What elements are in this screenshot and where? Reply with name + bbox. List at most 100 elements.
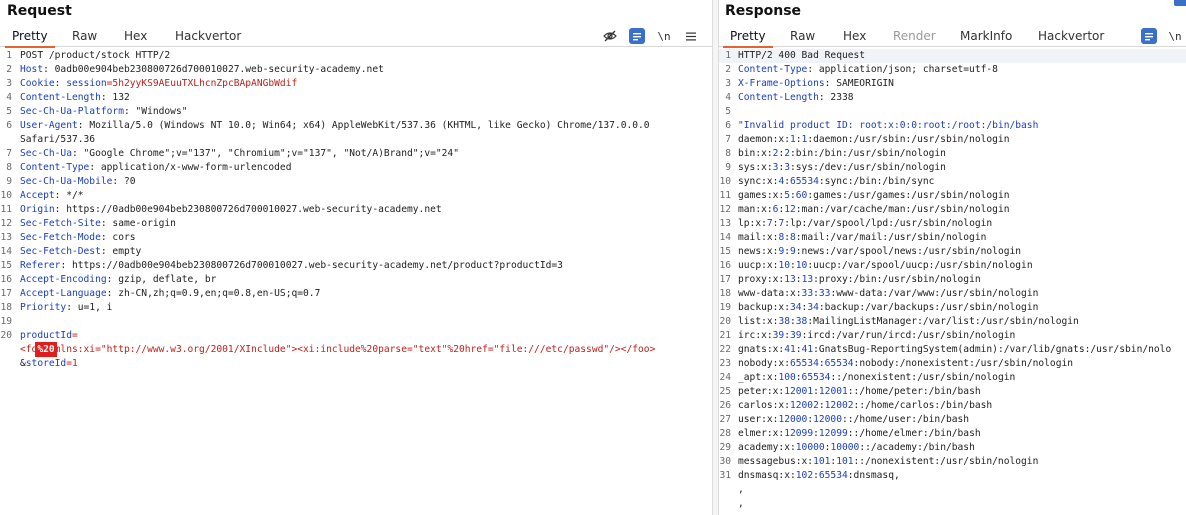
code-token: 12000 [778,414,808,425]
code-line: 29 academy:x:10000:10000::/academy:/bin/b… [719,441,1186,455]
code-line: 13 lp:x:7:7:lp:/var/spool/lpd:/usr/sbin/n… [719,217,1186,231]
code-token: nobody:x: [738,358,790,369]
code-token: mlns:xi="http://www.w3.org/2001/XInclude… [54,344,656,355]
line-number: 14 [719,232,731,243]
code-token: :games:/usr/games:/usr/sbin/nologin [807,190,1010,201]
code-token: sync:x: [738,176,779,187]
hide-eye-icon[interactable] [602,28,618,44]
code-token: news:x: [738,246,779,257]
code-token: Content-Type [738,64,808,75]
request-tab-hackvertor[interactable]: Hackvertor [175,27,241,47]
code-token: 38 [795,316,808,327]
line-number: 15 [0,260,12,271]
code-text: User-Agent: Mozilla/5.0 (Windows NT 10.0… [20,119,650,133]
request-tab-hex[interactable]: Hex [124,27,147,47]
pretty-format-icon[interactable] [1141,28,1157,44]
code-text: POST /product/stock HTTP/2 [20,49,170,63]
code-token: : 132 [100,92,130,103]
pretty-format-icon[interactable] [629,28,645,44]
code-line: 5 [719,105,1186,119]
pane-divider[interactable] [712,0,719,515]
code-token: 41 [784,344,796,355]
code-token: 101 [813,456,831,467]
response-editor[interactable]: 1 HTTP/2 400 Bad Request 2 Content-Type: ap… [719,49,1186,515]
code-token: uucp:x: [738,260,779,271]
code-line: 1 HTTP/2 400 Bad Request [719,49,1186,63]
line-number: 19 [719,302,731,313]
code-token: 10 [778,260,790,271]
code-text: elmer:x:12099:12099::/home/elmer:/bin/ba… [738,427,981,441]
code-text: , [738,497,744,511]
code-text: Accept: */* [20,189,84,203]
code-token: : "Google Chrome";v="137", "Chromium";v=… [71,148,459,159]
code-token: :lp:/var/spool/lpd:/usr/sbin/nologin [784,218,993,229]
code-token: ::/home/peter:/bin/bash [847,386,981,397]
response-tab-markinfo[interactable]: MarkInfo [960,27,1012,47]
code-text: carlos:x:12002:12002::/home/carlos:/bin/… [738,399,992,413]
code-token: : */* [54,190,84,201]
code-token: :bin:/bin:/usr/sbin/nologin [790,148,946,159]
code-line: 31 dnsmasq:x:102:65534:dnsmasq, [719,469,1186,483]
selected-text: %20 [35,342,57,357]
code-text: Safari/537.36 [20,133,95,147]
newline-toggle[interactable]: \n [656,28,672,44]
response-tab-raw[interactable]: Raw [790,27,815,47]
code-line: 12 man:x:6:12:man:/var/cache/man:/usr/sbi… [719,203,1186,217]
code-token: : ?0 [112,176,136,187]
code-text: productId= [20,329,78,343]
code-line: 18 www-data:x:33:33:www-data:/var/www:/us… [719,287,1186,301]
line-number: 12 [0,218,12,229]
code-token: backup:x: [738,302,790,313]
code-line: 9 Sec-Ch-Ua-Mobile: ?0 [0,175,712,189]
code-token: 65534 [790,176,819,187]
code-text: Accept-Language: zh-CN,zh;q=0.9,en;q=0.8… [20,287,320,301]
request-tab-raw[interactable]: Raw [72,27,97,47]
code-token: Accept-Language [20,288,107,299]
code-token: academy:x: [738,442,796,453]
code-token: 12001 [784,386,814,397]
line-number: 25 [719,386,731,397]
line-number: 3 [725,78,731,89]
response-tab-pretty[interactable]: Pretty [723,27,773,48]
code-token: 38 [778,316,790,327]
code-line: 15 news:x:9:9:news:/var/spool/news:/usr/s… [719,245,1186,259]
code-token: 101 [836,456,854,467]
code-text: Sec-Ch-Ua-Mobile: ?0 [20,175,136,189]
newline-toggle[interactable]: \n [1167,28,1183,44]
code-token: Accept-Encoding [20,274,107,285]
code-text: man:x:6:12:man:/var/cache/man:/usr/sbin/… [738,203,1010,217]
code-token: :daemon:/usr/sbin:/usr/sbin/nologin [807,134,1010,145]
code-token: Safari/537.36 [20,134,96,145]
code-token: Sec-Fetch-Dest [20,246,101,257]
response-tab-hex[interactable]: Hex [843,27,866,47]
request-editor[interactable]: 1 POST /product/stock HTTP/2 2 Host: 0adb00… [0,49,712,515]
code-text: irc:x:39:39:ircd:/var/run/ircd:/usr/sbin… [738,329,1015,343]
request-tab-pretty[interactable]: Pretty [5,27,55,48]
response-tab-render[interactable]: Render [893,27,936,47]
code-line: 11 Origin: https://0adb00e904beb230800726… [0,203,712,217]
code-token: peter:x: [738,386,785,397]
line-number: 23 [719,358,731,369]
code-text: Referer: https://0adb00e904beb230800726d… [20,259,563,273]
menu-icon[interactable] [683,28,699,44]
code-token: 65534 [824,358,854,369]
line-number: 27 [719,414,731,425]
code-token: : zh-CN,zh;q=0.9,en;q=0.8,en-US;q=0.7 [106,288,321,299]
code-line: 20 list:x:38:38:MailingListManager:/var/l… [719,315,1186,329]
line-number: 19 [0,316,12,327]
code-token: : u=1, i [66,302,113,313]
code-line: 6 User-Agent: Mozilla/5.0 (Windows NT 10.… [0,119,712,133]
code-token: : application/json; charset=utf-8 [807,64,998,75]
code-line: 16 uucp:x:10:10:uucp:/var/spool/uucp:/usr… [719,259,1186,273]
code-line: 14 Sec-Fetch-Dest: empty [0,245,712,259]
code-token: sys:x: [738,162,773,173]
response-tab-hackvertor[interactable]: Hackvertor [1038,27,1104,47]
code-token: : application/x-www-form-urlencoded [89,162,292,173]
code-token: ::/nonexistent:/usr/sbin/nologin [853,456,1039,467]
line-number: 14 [0,246,12,257]
code-line: <fo%20mlns:xi="http://www.w3.org/2001/XI… [0,342,712,357]
code-token: Host [20,64,44,75]
code-token: =5h2yyKS9AEuuTXLhcnZpcBApANGbWdif [106,78,298,89]
code-text: daemon:x:1:1:daemon:/usr/sbin:/usr/sbin/… [738,133,1010,147]
code-token: ::/nonexistent:/usr/sbin/nologin [830,372,1016,383]
